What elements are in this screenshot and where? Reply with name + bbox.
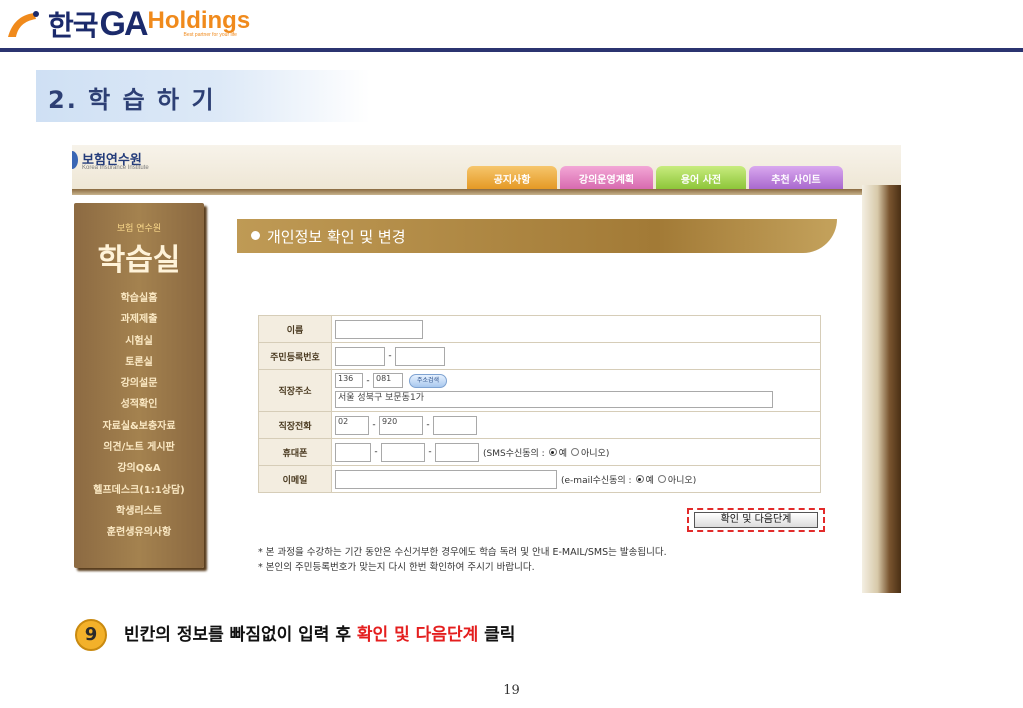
work-address-label: 직장주소 [258,369,332,412]
email-label: 이메일 [258,465,332,493]
logo-ga-text: GA [99,4,149,43]
top-tabs: 공지사항 강의운영계획 용어 사전 추천 사이트 [467,166,843,191]
sidebar: 보험 연수원 학습실 학습실홈 과제제출 시험실 토론실 강의설문 성적확인 자… [74,203,204,568]
sms-yes-radio[interactable] [548,448,557,456]
sidebar-item-qna[interactable]: 강의Q&A [74,458,204,479]
company-logo: 한국 GA Holdings Best partner for your lif… [6,4,251,43]
dash: - [388,351,392,361]
confirm-next-button[interactable]: 확인 및 다음단계 [694,512,818,528]
email-consent-label: (e-mail수신동의 : [561,475,632,486]
sidebar-item-student-list[interactable]: 학생리스트 [74,501,204,522]
logo-korean-text: 한국 [48,9,99,42]
sms-no-label: 아니오) [581,448,610,459]
section-title: 2. 학 습 하 기 [48,86,216,114]
name-label: 이름 [258,315,332,343]
form-row-work-phone: 직장전화 02-920- [258,411,821,439]
tab-recommended-sites[interactable]: 추천 사이트 [749,166,843,191]
caption-text-after: 클릭 [478,625,516,645]
sidebar-item-helpdesk[interactable]: 헬프데스크(1:1상담) [74,480,204,501]
form-row-mobile: 휴대폰 - - (SMS수신동의 : 예 아니오) [258,438,821,466]
tab-lecture-plan[interactable]: 강의운영계획 [560,166,653,191]
sidebar-item-resources[interactable]: 자료실&보충자료 [74,416,204,437]
sidebar-menu: 학습실홈 과제제출 시험실 토론실 강의설문 성적확인 자료실&보충자료 의견/… [74,288,204,544]
section-title-bar: 2. 학 습 하 기 [36,70,370,122]
personal-info-form: 이름 주민등록번호 - 직장주소 136-081 주소검색 서울 성북구 보문동1… [258,315,821,493]
phone-area-input[interactable]: 02 [335,415,369,435]
form-row-address: 직장주소 136-081 주소검색 서울 성북구 보문동1가 [258,369,821,412]
logo-holdings-text: Holdings [147,7,251,34]
email-yes-label: 예 [645,475,654,486]
note-line: * 본 과정을 수강하는 기간 동안은 수신거부한 경우에도 학습 독려 및 안… [258,547,667,558]
next-button-highlight: 확인 및 다음단계 [687,508,825,532]
mobile-mid-input[interactable] [381,442,425,462]
caption-highlight: 확인 및 다음단계 [356,625,479,645]
page-number: 19 [503,683,520,698]
book-edge-decoration [862,185,901,593]
bullet-icon [251,231,260,240]
note-line: * 본인의 주민등록번호가 맞는지 다시 한번 확인하여 주시기 바랍니다. [258,562,535,573]
sms-no-radio[interactable] [571,448,579,456]
sms-yes-label: 예 [558,448,567,459]
tab-notice[interactable]: 공지사항 [467,166,557,191]
tab-glossary[interactable]: 용어 사전 [656,166,746,191]
email-yes-radio[interactable] [635,475,644,483]
sidebar-item-exam[interactable]: 시험실 [74,331,204,352]
step-number-badge: 9 [75,619,107,651]
rrn-front-input[interactable] [335,346,385,366]
email-input[interactable] [335,469,557,489]
email-no-radio[interactable] [657,475,666,483]
address-search-button[interactable]: 주소검색 [409,373,447,388]
swoosh-icon [8,11,39,37]
sms-consent-label: (SMS수신동의 : [483,448,545,459]
mobile-label: 휴대폰 [258,438,332,466]
sidebar-item-discussion[interactable]: 토론실 [74,352,204,373]
email-no-label: 아니오) [667,475,697,486]
dash: - [374,447,378,457]
rrn-label: 주민등록번호 [258,342,332,370]
sidebar-subtitle: 보험 연수원 [116,224,162,234]
sidebar-item-survey[interactable]: 강의설문 [74,373,204,394]
sidebar-item-home[interactable]: 학습실홈 [74,288,204,309]
header-shadow [72,189,901,195]
site-header: 보험연수원 Korea Insurance Institute 공지사항 강의운… [72,145,901,191]
form-row-email: 이메일 (e-mail수신동의 : 예 아니오) [258,465,821,493]
form-row-name: 이름 [258,315,821,343]
content-title: 개인정보 확인 및 변경 [267,228,406,246]
slide-header: 한국 GA Holdings Best partner for your lif… [0,0,1023,52]
sidebar-item-grades[interactable]: 성적확인 [74,394,204,415]
kii-logo-icon [72,151,78,169]
caption-text-before: 빈칸의 정보를 빠짐없이 입력 후 [124,625,357,645]
mobile-first-input[interactable] [335,442,371,462]
content-title-banner: 개인정보 확인 및 변경 [237,219,837,253]
name-input[interactable] [335,319,423,339]
zip2-input[interactable]: 081 [373,373,403,388]
phone-mid-input[interactable]: 920 [379,415,423,435]
dash: - [366,375,370,386]
address-input[interactable]: 서울 성북구 보문동1가 [335,391,773,408]
sidebar-item-notices[interactable]: 훈련생유의사항 [74,522,204,543]
header-divider [0,48,1023,52]
sidebar-item-board[interactable]: 의견/노트 게시판 [74,437,204,458]
sidebar-title: 학습실 [97,243,181,278]
site-name-english: Korea Insurance Institute [82,165,149,171]
dash: - [428,447,432,457]
work-phone-label: 직장전화 [258,411,332,439]
logo-tagline: Best partner for your life [183,32,237,38]
notice-text: * 본 과정을 수강하는 기간 동안은 수신거부한 경우에도 학습 독려 및 안… [258,545,667,575]
sidebar-item-assignment[interactable]: 과제제출 [74,309,204,330]
screenshot-panel: 보험연수원 Korea Insurance Institute 공지사항 강의운… [72,145,901,593]
phone-last-input[interactable] [433,415,477,435]
form-row-rrn: 주민등록번호 - [258,342,821,370]
zip1-input[interactable]: 136 [335,373,363,388]
mobile-last-input[interactable] [435,442,479,462]
step-caption: 빈칸의 정보를 빠짐없이 입력 후 확인 및 다음단계 클릭 [124,620,515,645]
rrn-back-input[interactable] [395,346,445,366]
dash: - [372,420,376,430]
dash: - [426,420,430,430]
